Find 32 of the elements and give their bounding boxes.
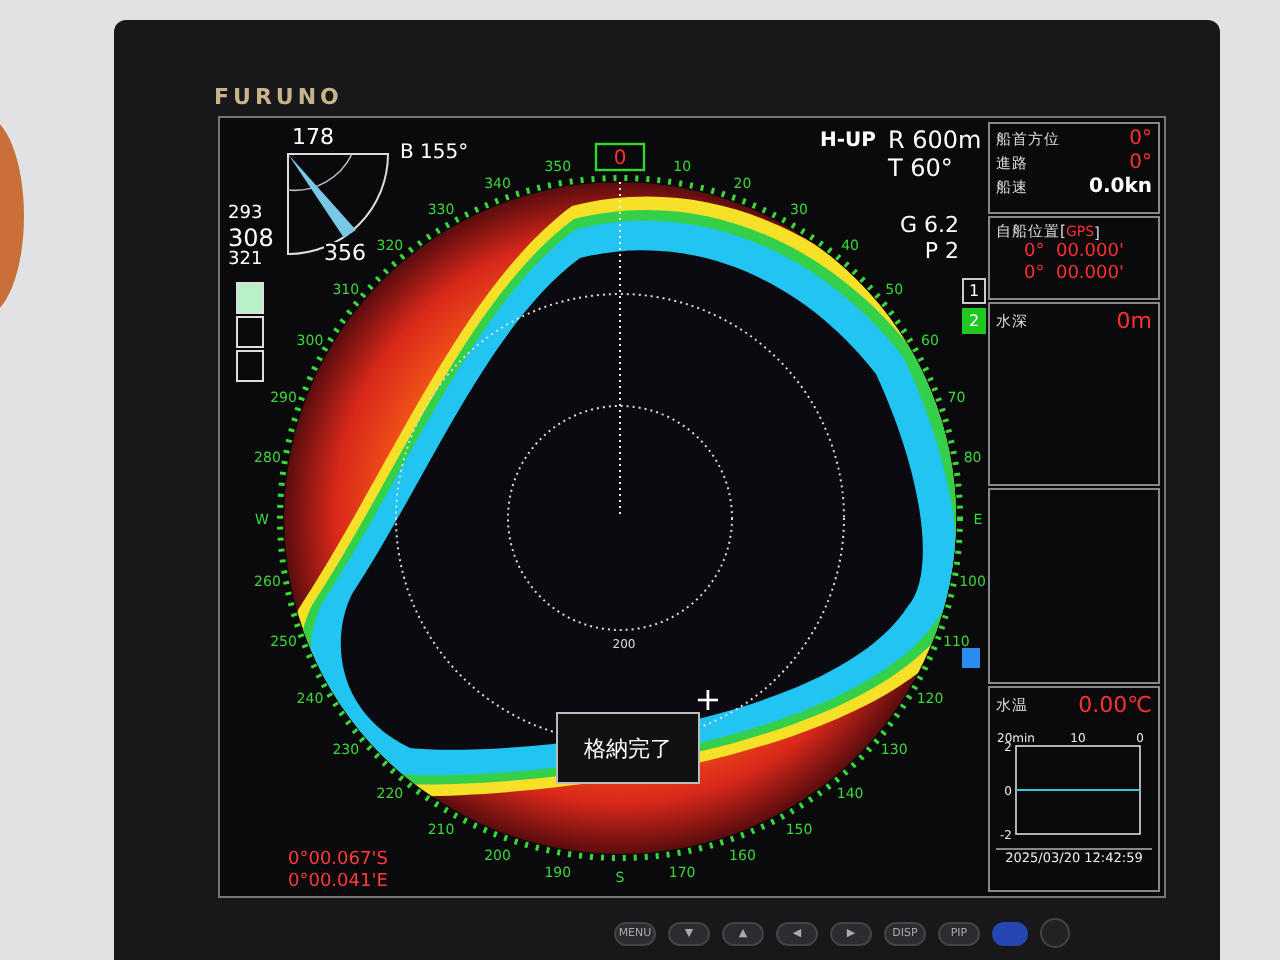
temperature-value: 0.00℃	[1078, 692, 1152, 718]
tilt-value: 356	[324, 242, 366, 264]
gain-readout: G 6.2	[900, 212, 960, 238]
longitude-value: 0° 00.000'	[1024, 264, 1124, 286]
speed-value: 0.0kn	[1089, 176, 1152, 198]
round-button-icon[interactable]	[1040, 918, 1070, 948]
position-readout: 0°00.041'E	[288, 872, 388, 894]
status-popup: 格納完了	[556, 712, 700, 784]
heading-label: 0	[613, 148, 627, 170]
tilt-value: 178	[292, 126, 334, 148]
temperature-line	[1015, 789, 1141, 791]
course-value: 0°	[1129, 152, 1152, 174]
heading-marker	[594, 142, 646, 172]
marker-tab[interactable]: 1	[962, 278, 986, 304]
range-readout: R 600m	[888, 126, 982, 154]
latitude-value: 0° 00.000'	[1024, 242, 1124, 264]
chart-frame	[1015, 745, 1141, 835]
tilt-readout: T 60°	[888, 154, 955, 182]
position-readout: 0°00.067'S	[288, 850, 388, 872]
pulse-readout: P 2	[924, 238, 960, 264]
power-button-icon[interactable]	[992, 921, 1028, 945]
gain-scale-icon	[236, 282, 264, 382]
square-marker-icon	[962, 648, 980, 668]
bearing-readout: B 155°	[400, 144, 469, 164]
cursor-mark: +	[694, 680, 722, 718]
mode-readout: H-UP	[820, 130, 876, 152]
brand-logo: FURUNO	[214, 84, 345, 114]
tilt-value: 308	[228, 226, 274, 250]
tilt-value: 293	[228, 206, 263, 224]
depth-value: 0m	[1116, 308, 1152, 334]
heading-value: 0°	[1129, 128, 1152, 150]
tilt-value: 321	[228, 252, 263, 270]
